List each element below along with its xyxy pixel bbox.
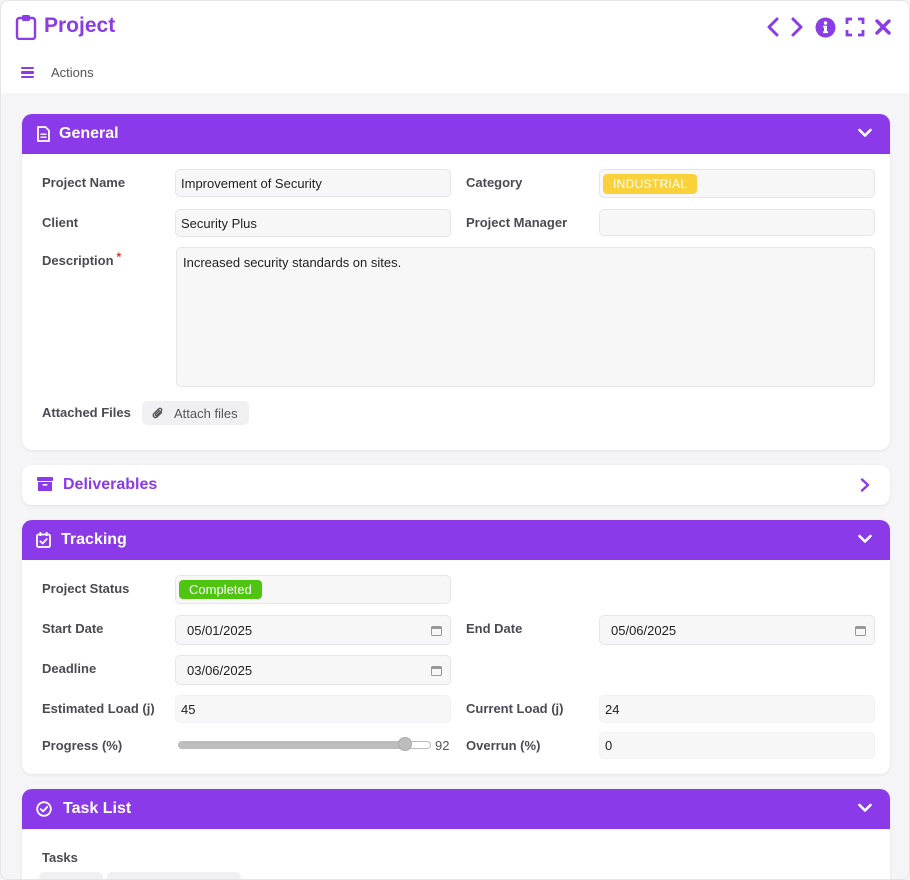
- project-manager-label: Project Manager: [466, 215, 568, 230]
- attach-files-label: Attach files: [174, 405, 238, 421]
- hamburger-icon: [21, 66, 35, 79]
- chevron-right-icon: [791, 17, 803, 37]
- info-button[interactable]: [813, 15, 837, 39]
- project-manager-field[interactable]: [599, 209, 875, 236]
- start-date-label: Start Date: [42, 621, 104, 636]
- info-icon: [815, 17, 835, 37]
- maximize-button[interactable]: [843, 15, 867, 39]
- progress-value: 92: [435, 738, 450, 753]
- required-marker: *: [116, 250, 122, 264]
- attached-files-label: Attached Files: [42, 405, 131, 420]
- tracking-section-header[interactable]: Tracking: [22, 520, 890, 560]
- window-title: Project: [44, 14, 116, 37]
- chevron-right-icon: [860, 478, 870, 492]
- progress-slider-handle[interactable]: [397, 737, 412, 751]
- project-name-label: Project Name: [42, 175, 126, 190]
- archive-box-icon: [37, 477, 53, 491]
- tasks-label: Tasks: [42, 850, 78, 865]
- client-field[interactable]: Security Plus: [175, 209, 451, 237]
- expand-icon: [845, 17, 865, 37]
- estimated-load-field[interactable]: 45: [175, 695, 451, 723]
- progress-slider-fill: [178, 742, 405, 748]
- task-list-section-title: Task List: [63, 800, 132, 817]
- deadline-label: Deadline: [42, 661, 97, 676]
- project-window: Project Actions General Project Name Imp…: [0, 0, 910, 880]
- client-label: Client: [42, 215, 79, 230]
- next-record-button[interactable]: [785, 15, 809, 39]
- paperclip-icon: [152, 407, 163, 418]
- chevron-down-icon: [858, 803, 872, 812]
- status-badge: Completed: [179, 580, 262, 599]
- description-textarea[interactable]: Increased security standards on sites.: [176, 247, 875, 387]
- progress-label: Progress (%): [42, 738, 123, 753]
- deliverables-section-title: Deliverables: [63, 476, 158, 493]
- project-name-field[interactable]: Improvement of Security: [175, 169, 451, 197]
- clipboard-icon: [15, 15, 37, 40]
- deadline-value: 03/06/2025: [187, 662, 253, 678]
- tracking-section-title: Tracking: [61, 531, 127, 548]
- calendar-check-icon: [36, 532, 51, 548]
- task-list-section-header[interactable]: Task List: [22, 789, 890, 829]
- end-date-label: End Date: [466, 621, 523, 636]
- description-label-text: Description: [42, 253, 114, 268]
- close-button[interactable]: [871, 15, 895, 39]
- close-icon: [875, 19, 891, 35]
- document-icon: [37, 126, 50, 142]
- category-tag: INDUSTRIAL: [603, 173, 698, 194]
- chevron-left-icon: [767, 17, 779, 37]
- project-status-label: Project Status: [42, 581, 130, 596]
- general-section: General Project Name Improvement of Secu…: [22, 114, 890, 450]
- deadline-field[interactable]: 03/06/2025: [175, 655, 451, 685]
- title-bar: Project Actions: [1, 1, 909, 93]
- chevron-down-icon: [858, 128, 872, 137]
- current-load-label: Current Load (j): [466, 701, 564, 716]
- actions-menu[interactable]: Actions: [21, 65, 94, 80]
- general-section-title: General: [59, 125, 119, 142]
- start-date-value: 05/01/2025: [187, 622, 253, 638]
- end-date-value: 05/06/2025: [611, 622, 677, 638]
- overrun-field[interactable]: 0: [599, 732, 875, 759]
- end-date-field[interactable]: 05/06/2025: [599, 615, 875, 645]
- description-label: Description *: [42, 250, 122, 268]
- general-section-header[interactable]: General: [22, 114, 890, 154]
- tracking-section: Tracking Project Status Completed Start …: [22, 520, 890, 774]
- progress-slider[interactable]: [178, 737, 431, 753]
- previous-record-button[interactable]: [761, 15, 785, 39]
- attach-files-button[interactable]: Attach files: [142, 401, 249, 425]
- start-date-field[interactable]: 05/01/2025: [175, 615, 451, 645]
- deliverables-section[interactable]: Deliverables: [22, 465, 890, 505]
- task-toolbar-button[interactable]: [107, 872, 241, 879]
- task-list-section: Task List Tasks: [22, 789, 890, 879]
- estimated-load-label: Estimated Load (j): [42, 701, 155, 716]
- calendar-icon[interactable]: [431, 625, 442, 636]
- check-circle-icon: [36, 801, 52, 817]
- task-toolbar-button[interactable]: [39, 872, 103, 879]
- calendar-icon[interactable]: [431, 665, 442, 676]
- calendar-icon[interactable]: [855, 625, 866, 636]
- chevron-down-icon: [858, 534, 872, 543]
- current-load-field[interactable]: 24: [599, 695, 875, 723]
- category-label: Category: [466, 175, 523, 190]
- project-status-field[interactable]: Completed: [175, 575, 451, 604]
- overrun-label: Overrun (%): [466, 738, 541, 753]
- actions-label: Actions: [51, 65, 94, 80]
- category-field[interactable]: INDUSTRIAL: [599, 169, 875, 198]
